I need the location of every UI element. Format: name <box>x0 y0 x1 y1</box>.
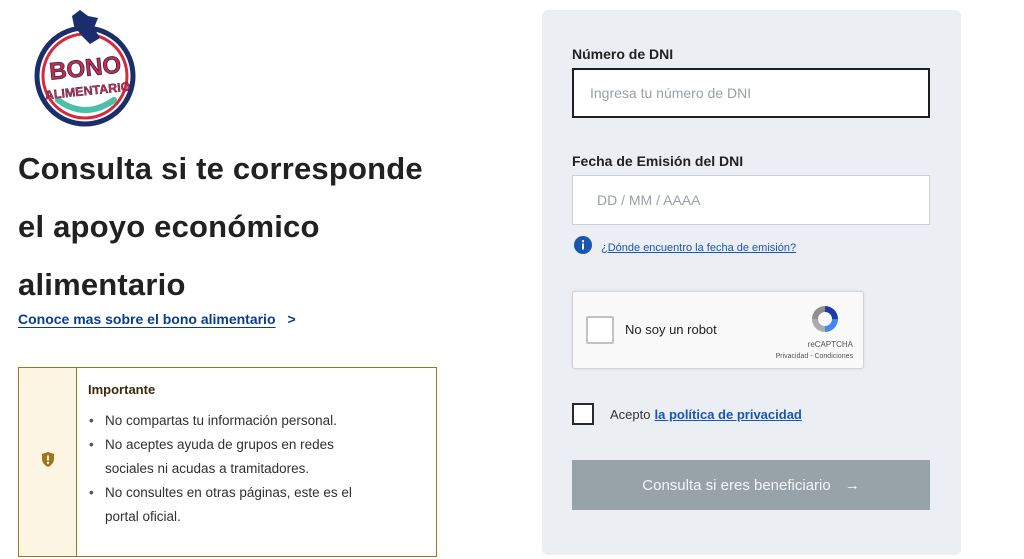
dni-label: Número de DNI <box>572 46 674 62</box>
list-item: No consultes en otras páginas, este es e… <box>88 481 424 529</box>
page-title: Consulta si te corresponde el apoyo econ… <box>18 140 458 314</box>
page-title-line-2: el apoyo económico <box>18 209 320 244</box>
list-item-text: No consultes en otras páginas, este es e… <box>105 485 352 500</box>
list-item: No aceptes ayuda de grupos en redes soci… <box>88 433 424 481</box>
important-notice: Importante No compartas tu información p… <box>18 367 437 557</box>
dni-input-placeholder: Ingresa tu número de DNI <box>590 85 752 101</box>
shield-icon <box>41 451 55 473</box>
important-notice-list: No compartas tu información personal. No… <box>88 409 424 529</box>
list-item-text: sociales ni acudas a tramitadores. <box>105 461 310 476</box>
recaptcha-brand: reCAPTCHA <box>807 340 853 349</box>
important-notice-content: Importante No compartas tu información p… <box>77 368 436 556</box>
chevron-right-icon: > <box>287 311 296 327</box>
submit-button-label: Consulta si eres beneficiario <box>642 476 831 494</box>
emission-date-help-link[interactable]: ¿Dónde encuentro la fecha de emisión? <box>601 242 796 254</box>
dni-input[interactable]: Ingresa tu número de DNI <box>572 68 930 118</box>
bono-alimentario-logo: BONO ALIMENTARIO <box>28 4 144 130</box>
recaptcha-checkbox[interactable] <box>586 316 614 344</box>
list-item: No compartas tu información personal. <box>88 409 424 433</box>
learn-more-label: Conoce mas sobre el bono alimentario <box>18 311 276 327</box>
important-notice-sidebar <box>19 368 77 556</box>
important-notice-title: Importante <box>88 382 156 397</box>
form-panel: Número de DNI Ingresa tu número de DNI F… <box>542 10 961 555</box>
list-item-text: No aceptes ayuda de grupos en redes <box>105 437 334 452</box>
list-item-text: portal oficial. <box>105 509 181 524</box>
arrow-right-icon: → <box>844 476 860 494</box>
date-input[interactable]: DD / MM / AAAA <box>572 175 930 225</box>
recaptcha-label: No soy un robot <box>625 322 717 337</box>
accept-label: Acepto <box>610 406 651 422</box>
recaptcha-widget: No soy un robot reCAPTCHA Privacidad - C… <box>572 291 864 369</box>
submit-button[interactable]: Consulta si eres beneficiario → <box>572 460 930 510</box>
learn-more-link[interactable]: Conoce mas sobre el bono alimentario > <box>18 311 296 327</box>
date-input-placeholder: DD / MM / AAAA <box>597 192 701 208</box>
date-label: Fecha de Emisión del DNI <box>572 153 744 169</box>
page-title-line-3: alimentario <box>18 267 186 302</box>
info-icon <box>574 236 592 259</box>
help-row: ¿Dónde encuentro la fecha de emisión? <box>574 236 796 259</box>
list-item-text: No compartas tu información personal. <box>105 413 337 428</box>
privacy-checkbox[interactable] <box>572 403 594 425</box>
recaptcha-links[interactable]: Privacidad - Condiciones <box>776 353 853 360</box>
recaptcha-icon <box>809 303 841 340</box>
privacy-policy-link[interactable]: la política de privacidad <box>654 407 801 422</box>
privacy-consent: Acepto la política de privacidad <box>572 403 802 425</box>
page-title-line-1: Consulta si te corresponde <box>18 151 423 186</box>
